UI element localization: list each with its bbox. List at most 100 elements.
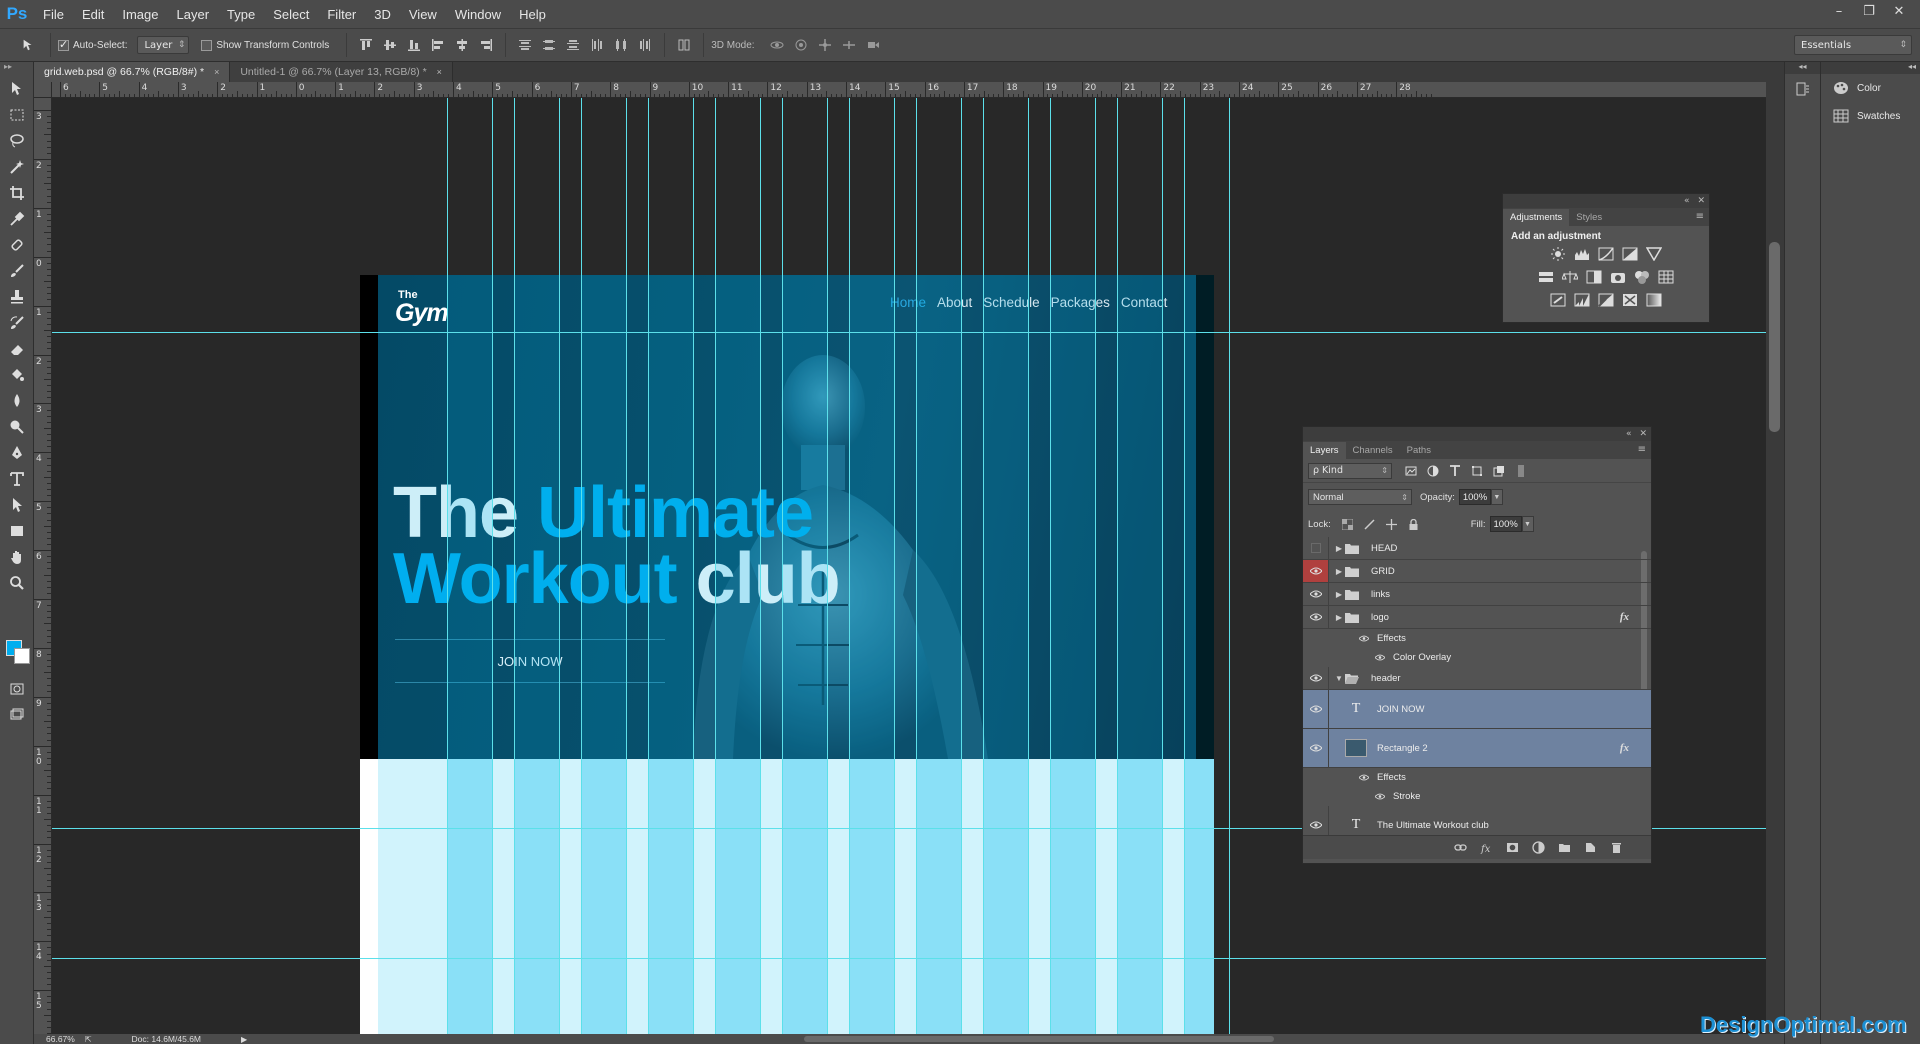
expand-arrow-icon[interactable]: ▶ [1333, 613, 1345, 622]
channel-mixer-icon[interactable] [1634, 270, 1650, 284]
3d-pan-icon[interactable] [816, 36, 834, 54]
screen-mode-icon[interactable] [0, 702, 34, 728]
guide-vertical[interactable] [983, 98, 984, 1034]
clone-stamp-icon[interactable] [0, 284, 34, 310]
opacity-dropdown-icon[interactable]: ▼ [1490, 489, 1503, 505]
lock-transparent-icon[interactable] [1341, 517, 1355, 531]
doc-tab-untitled[interactable]: Untitled-1 @ 66.7% (Layer 13, RGB/8) * × [230, 62, 453, 82]
guide-vertical[interactable] [1095, 98, 1096, 1034]
tab-layers[interactable]: Layers [1303, 442, 1346, 459]
fill-input[interactable]: 100% [1489, 516, 1522, 532]
guide-vertical[interactable] [514, 98, 515, 1034]
vertical-scroll-thumb[interactable] [1769, 242, 1780, 432]
opacity-input[interactable]: 100% [1458, 489, 1491, 505]
levels-icon[interactable] [1574, 247, 1590, 261]
restore-button[interactable]: ❐ [1854, 0, 1884, 22]
guide-vertical[interactable] [1229, 98, 1230, 1034]
black-white-icon[interactable] [1586, 270, 1602, 284]
color-lookup-icon[interactable] [1658, 270, 1674, 284]
horizontal-scroll-thumb[interactable] [804, 1036, 1274, 1042]
guide-vertical[interactable] [1162, 98, 1163, 1034]
layer-visibility-icon[interactable] [1303, 560, 1329, 582]
panel-menu-icon[interactable]: ≡ [1638, 444, 1646, 455]
brightness-icon[interactable] [1550, 247, 1566, 261]
guide-vertical[interactable] [1028, 98, 1029, 1034]
dodge-tool-icon[interactable] [0, 414, 34, 440]
expand-arrow-icon[interactable]: ▶ [1333, 590, 1345, 599]
color-panel-button[interactable]: Color [1821, 74, 1920, 102]
guide-vertical[interactable] [782, 98, 783, 1034]
layer-visibility-icon[interactable] [1303, 583, 1329, 605]
layer-effects-row[interactable]: Effects [1303, 768, 1651, 787]
layer-visibility-icon[interactable] [1303, 729, 1329, 767]
align-hcenter-icon[interactable] [453, 36, 471, 54]
filter-shape-icon[interactable] [1470, 464, 1484, 478]
eyedropper-icon[interactable] [0, 206, 34, 232]
tab-adjustments[interactable]: Adjustments [1503, 209, 1570, 226]
history-brush-icon[interactable] [0, 310, 34, 336]
filter-smart-object-icon[interactable] [1492, 464, 1506, 478]
curves-icon[interactable] [1598, 247, 1614, 261]
swatches-panel-button[interactable]: Swatches [1821, 102, 1920, 130]
menu-help[interactable]: Help [510, 7, 555, 22]
tab-close-icon[interactable]: × [214, 67, 219, 77]
hand-tool-icon[interactable] [0, 544, 34, 570]
menu-type[interactable]: Type [218, 7, 264, 22]
distribute-right-icon[interactable] [636, 36, 654, 54]
doc-size[interactable]: Doc: 14.6M/45.6M [132, 1034, 201, 1044]
workspace-dropdown[interactable]: Essentials [1794, 35, 1912, 55]
3d-roll-icon[interactable] [792, 36, 810, 54]
effect-visibility-icon[interactable] [1375, 654, 1385, 661]
guide-vertical[interactable] [760, 98, 761, 1034]
filter-kind-dropdown[interactable]: ρ Kind [1308, 462, 1392, 479]
menu-3d[interactable]: 3D [365, 7, 400, 22]
filter-type-icon[interactable] [1448, 464, 1462, 478]
align-bottom-icon[interactable] [405, 36, 423, 54]
3d-slide-icon[interactable] [840, 36, 858, 54]
layer-style-fx-icon[interactable]: fx [1479, 841, 1493, 855]
dock-collapse-icon[interactable]: ◂◂ [1821, 62, 1920, 74]
guide-vertical[interactable] [1050, 98, 1051, 1034]
menu-filter[interactable]: Filter [318, 7, 365, 22]
magic-wand-icon[interactable] [0, 154, 34, 180]
menu-select[interactable]: Select [264, 7, 318, 22]
blend-mode-dropdown[interactable]: Normal [1308, 489, 1412, 505]
minimize-button[interactable]: – [1824, 0, 1854, 22]
guide-vertical[interactable] [849, 98, 850, 1034]
tab-channels[interactable]: Channels [1346, 442, 1400, 459]
guide-vertical[interactable] [626, 98, 627, 1034]
layer-row[interactable]: T JOIN NOW [1303, 690, 1651, 729]
guide-vertical[interactable] [715, 98, 716, 1034]
filter-pixel-icon[interactable] [1404, 464, 1418, 478]
brush-tool-icon[interactable] [0, 258, 34, 284]
show-transform-checkbox[interactable] [201, 39, 213, 51]
collapse-panel-icon[interactable]: « [1684, 196, 1690, 206]
rectangle-tool-icon[interactable] [0, 518, 34, 544]
guide-vertical[interactable] [492, 98, 493, 1034]
effect-visibility-icon[interactable] [1375, 793, 1385, 800]
vertical-ruler[interactable]: 3 2 1 0 1 2 3 4 5 6 7 8 9 10 11 12 13 14 15 [34, 98, 52, 1034]
posterize-icon[interactable] [1574, 293, 1590, 307]
layer-visibility-icon[interactable] [1303, 806, 1329, 835]
add-mask-icon[interactable] [1505, 841, 1519, 855]
adjustment-layer-icon[interactable] [1531, 841, 1545, 855]
guide-vertical[interactable] [648, 98, 649, 1034]
guide-vertical[interactable] [693, 98, 694, 1034]
lock-position-icon[interactable] [1385, 517, 1399, 531]
exposure-icon[interactable] [1622, 247, 1638, 261]
guide-vertical[interactable] [1117, 98, 1118, 1034]
distribute-bottom-icon[interactable] [564, 36, 582, 54]
layer-effect-row[interactable]: Stroke [1303, 787, 1651, 806]
menu-layer[interactable]: Layer [168, 7, 219, 22]
align-right-icon[interactable] [477, 36, 495, 54]
expand-arrow-icon[interactable]: ▶ [1333, 544, 1345, 553]
hue-saturation-icon[interactable] [1538, 270, 1554, 284]
menu-view[interactable]: View [400, 7, 446, 22]
history-panel-icon[interactable] [1785, 74, 1820, 104]
layer-visibility-icon[interactable] [1303, 606, 1329, 628]
filter-toggle-icon[interactable] [1514, 464, 1528, 478]
guide-vertical[interactable] [961, 98, 962, 1034]
crop-tool-icon[interactable] [0, 180, 34, 206]
move-tool-icon[interactable] [0, 76, 34, 102]
tab-paths[interactable]: Paths [1400, 442, 1438, 459]
